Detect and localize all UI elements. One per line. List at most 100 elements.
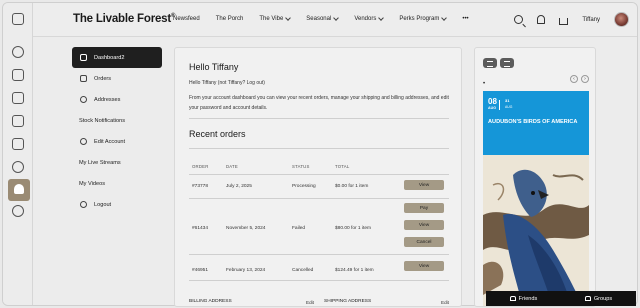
order-status: Processing	[292, 184, 316, 189]
header-actions: Tiffany	[514, 12, 629, 27]
nav-item[interactable]: Newsfeed	[173, 16, 200, 22]
account-menu-label: Logout	[94, 201, 112, 208]
profile-active-icon[interactable]	[8, 179, 30, 201]
friends-button[interactable]: Friends	[486, 291, 561, 306]
chevron-down-icon	[441, 15, 448, 21]
order-id[interactable]: #46951	[192, 268, 208, 273]
divider	[189, 198, 449, 199]
nav-item[interactable]: Seasonal	[306, 15, 340, 22]
pay-order-button[interactable]: Pay	[404, 203, 444, 213]
greeting-title: Hello Tiffany	[189, 62, 239, 72]
avatar[interactable]	[614, 12, 629, 27]
nav-item-label: Newsfeed	[173, 16, 200, 22]
edit-billing-link[interactable]: Edit	[306, 300, 314, 305]
chevron-down-icon	[378, 15, 385, 21]
account-menu: Dashboard2 Orders Addresses Stock Notificat…	[72, 47, 162, 215]
chart-icon[interactable]	[12, 115, 24, 127]
order-total: $124.49 for 1 item	[335, 268, 374, 273]
account-menu-label: Orders	[94, 75, 112, 82]
chevron-down-icon	[333, 15, 340, 21]
friends-label: Friends	[518, 295, 538, 302]
account-menu-item[interactable]: Edit Account	[72, 131, 162, 152]
account-menu-item[interactable]: Addresses	[72, 89, 162, 110]
event-month: AUG	[488, 106, 496, 110]
column-header: ORDER	[192, 164, 209, 169]
order-total: $80.00 for 1 item	[335, 226, 371, 231]
orders-icon	[80, 75, 87, 82]
column-header: STATUS	[292, 164, 310, 169]
cancel-order-button[interactable]: Cancel	[404, 237, 444, 247]
account-menu-label: My Videos	[79, 180, 106, 187]
event-day: 08	[488, 97, 497, 106]
nav-item-label: The Vibe	[259, 16, 284, 22]
groups-icon	[584, 296, 591, 301]
dashboard-panel: Hello Tiffany Hello Tiffany (not Tiffany…	[174, 47, 462, 307]
power-icon	[80, 201, 87, 208]
top-header: The Livable Forest® Newsfeed The Porch The…	[33, 3, 637, 37]
nav-item-label: Perks Program	[399, 16, 440, 22]
sort-icon[interactable]	[500, 58, 514, 68]
account-menu-item[interactable]: Orders	[72, 68, 162, 89]
nav-item-label: The Porch	[215, 16, 244, 22]
activity-icon[interactable]	[12, 46, 24, 58]
order-date: February 13, 2024	[226, 268, 266, 273]
dashboard-icon	[80, 54, 87, 61]
nav-item[interactable]: The Porch	[216, 16, 244, 22]
sidebar-toggle-icon[interactable]	[12, 13, 24, 25]
divider	[189, 280, 449, 281]
view-order-button[interactable]: View	[404, 261, 444, 271]
events-panel: • ‹ › 08 AUG 31 AUG AUDUBON'S BIRDS OF A…	[474, 47, 596, 307]
view-order-button[interactable]: View	[404, 180, 444, 190]
account-menu-item[interactable]: Logout	[72, 194, 162, 215]
calendar-icon[interactable]	[12, 69, 24, 81]
divider	[189, 174, 449, 175]
divider	[189, 254, 449, 255]
bird-artwork-image	[483, 155, 589, 306]
account-menu-label: Edit Account	[94, 138, 126, 145]
event-card[interactable]: 08 AUG 31 AUG AUDUBON'S BIRDS OF AMERICA	[483, 91, 589, 155]
nav-item[interactable]: The Vibe	[259, 15, 292, 22]
nav-item[interactable]: Perks Program	[399, 15, 448, 22]
billing-address-heading: BILLING ADDRESS	[189, 299, 232, 304]
account-menu-label: My Live Streams	[79, 159, 121, 166]
account-menu-item[interactable]: Dashboard2	[72, 47, 162, 68]
friends-icon	[509, 296, 516, 301]
search-icon[interactable]	[514, 15, 524, 24]
chevron-right-icon[interactable]: ›	[581, 75, 589, 83]
main-nav: Newsfeed The Porch The Vibe Seasonal Vendors…	[173, 15, 485, 22]
account-menu-item[interactable]: My Live Streams	[72, 152, 162, 173]
view-order-button[interactable]: View	[404, 220, 444, 230]
location-icon	[80, 96, 87, 103]
user-name[interactable]: Tiffany	[582, 17, 600, 23]
book-icon[interactable]	[12, 138, 24, 150]
nav-item-label: Vendors	[354, 16, 377, 22]
bell-icon[interactable]	[537, 15, 546, 24]
nav-item[interactable]: Vendors	[354, 15, 385, 22]
user-icon[interactable]	[12, 205, 24, 217]
filter-icon[interactable]	[483, 58, 497, 68]
account-menu-item[interactable]: Stock Notifications	[72, 110, 162, 131]
logout-note[interactable]: Hello Tiffany (not Tiffany? Log out)	[189, 80, 265, 86]
cart-icon[interactable]	[559, 17, 569, 25]
nav-item-label: •••	[462, 16, 469, 22]
order-id[interactable]: #73778	[192, 184, 208, 189]
divider	[189, 118, 449, 119]
left-rail	[3, 3, 33, 305]
panel-marker: •	[483, 81, 486, 87]
edit-shipping-link[interactable]: Edit	[441, 300, 449, 305]
nav-item[interactable]: •••	[462, 16, 468, 22]
chevron-down-icon	[285, 15, 292, 21]
add-icon[interactable]	[12, 161, 24, 173]
order-id[interactable]: #61434	[192, 226, 208, 231]
groups-button[interactable]: Groups	[561, 291, 636, 306]
order-status: Cancelled	[292, 268, 314, 273]
brand-logo[interactable]: The Livable Forest®	[73, 13, 175, 25]
order-date: November 5, 2024	[226, 226, 266, 231]
account-menu-label: Stock Notifications	[79, 117, 126, 124]
order-status: Failed	[292, 226, 306, 231]
column-header: TOTAL	[335, 164, 350, 169]
account-menu-item[interactable]: My Videos	[72, 173, 162, 194]
document-icon[interactable]	[12, 92, 24, 104]
gear-icon	[80, 138, 87, 145]
chevron-left-icon[interactable]: ‹	[570, 75, 578, 83]
